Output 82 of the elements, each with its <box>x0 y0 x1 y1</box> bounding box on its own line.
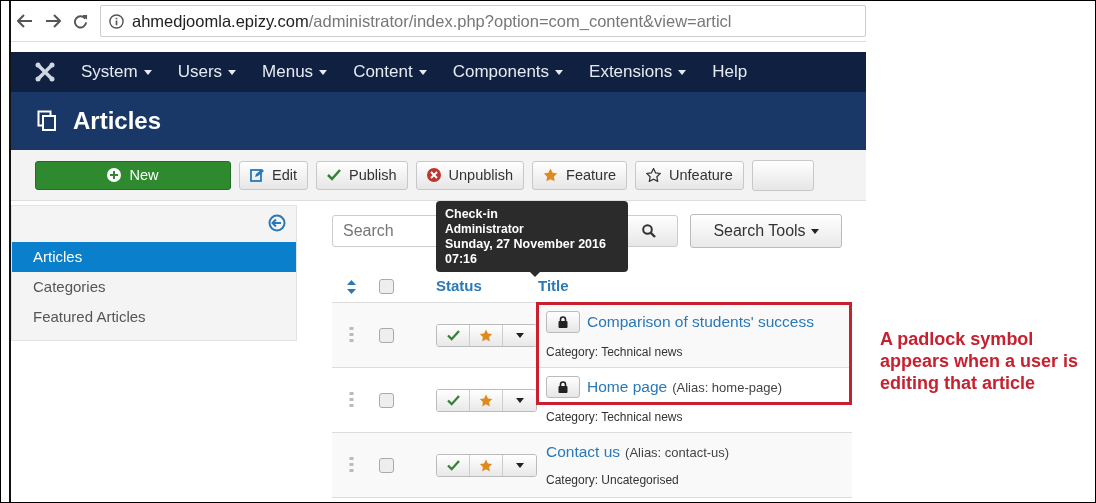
search-icon <box>642 224 656 238</box>
actions-dropdown[interactable] <box>503 324 536 346</box>
address-bar[interactable]: ahmedjoomla.epizy.com/administrator/index.php?option=com_content&view=articl <box>100 5 866 37</box>
row-checkbox[interactable] <box>378 327 394 343</box>
caret-icon <box>228 69 237 75</box>
sidebar-item[interactable]: Featured Articles <box>12 302 296 332</box>
annotation-text: A padlock symbol appears when a user is editing that article <box>880 328 1080 394</box>
column-header[interactable]: Title <box>538 277 569 294</box>
tooltip-text: 07:16 <box>445 252 478 267</box>
caret-icon <box>418 69 427 75</box>
caret-icon <box>810 228 819 234</box>
tooltip-text: Administrator <box>445 222 525 237</box>
edit-icon <box>250 168 264 182</box>
article-title-link[interactable]: Home page <box>587 378 668 396</box>
actions-dropdown[interactable] <box>503 389 536 411</box>
reload-icon[interactable] <box>73 13 88 29</box>
plus-icon <box>107 168 122 182</box>
publish-toggle[interactable] <box>437 389 470 411</box>
caret-icon <box>515 332 524 338</box>
check-icon <box>446 459 460 471</box>
publish-toggle[interactable] <box>437 324 470 346</box>
logo-icon[interactable] <box>35 62 55 82</box>
caret-icon <box>515 462 524 468</box>
check-icon <box>446 329 460 341</box>
menu-item[interactable]: Content <box>353 62 427 82</box>
checkin-button[interactable] <box>546 376 580 398</box>
check-icon <box>327 169 341 181</box>
menu-item[interactable]: Help <box>712 62 748 82</box>
caret-icon <box>678 69 687 75</box>
drag-handle-icon[interactable] <box>347 392 356 408</box>
cross-circle-icon <box>426 168 441 182</box>
drag-handle-icon[interactable] <box>347 327 356 343</box>
feature-toggle[interactable] <box>470 324 503 346</box>
padlock-icon <box>558 381 568 393</box>
page-title: Articles <box>73 107 162 135</box>
star-icon <box>479 393 493 407</box>
copy-icon <box>37 110 57 132</box>
search-tools-button[interactable]: Search Tools <box>690 214 842 248</box>
actions-dropdown[interactable] <box>503 454 536 476</box>
caret-icon <box>319 69 328 75</box>
back-arrow-icon[interactable] <box>17 14 33 28</box>
menu-item[interactable]: Menus <box>262 62 328 82</box>
info-icon <box>109 13 124 29</box>
row-checkbox[interactable] <box>378 392 394 408</box>
toolbar-button[interactable]: Publish <box>316 160 408 190</box>
feature-toggle[interactable] <box>470 454 503 476</box>
star-icon <box>479 458 493 472</box>
feature-toggle[interactable] <box>470 389 503 411</box>
toolbar-button[interactable]: Unpublish <box>415 160 525 190</box>
row-checkbox[interactable] <box>378 457 394 473</box>
sort-icon[interactable] <box>347 280 356 294</box>
article-alias: (Alias: home-page) <box>672 379 782 395</box>
toolbar-button[interactable]: New <box>35 160 231 190</box>
star-icon <box>479 328 493 342</box>
forward-arrow-icon[interactable] <box>45 14 61 28</box>
menu-item[interactable]: System <box>81 62 152 82</box>
article-category: Category: Uncategorised <box>546 473 680 487</box>
article-alias: (Alias: contact-us) <box>625 444 730 460</box>
article-category: Category: Technical news <box>546 410 684 424</box>
select-all-checkbox[interactable] <box>378 279 394 294</box>
article-title-link[interactable]: Comparison of students' success <box>587 313 814 331</box>
star-icon <box>543 168 559 182</box>
column-header[interactable]: Status <box>416 277 538 294</box>
drag-handle-icon[interactable] <box>347 457 356 473</box>
caret-icon <box>515 397 524 403</box>
padlock-icon <box>558 316 568 328</box>
sidebar-item[interactable]: Categories <box>12 272 296 302</box>
caret-icon <box>143 69 152 75</box>
toolbar-button[interactable]: Edit <box>239 160 308 190</box>
publish-toggle[interactable] <box>437 454 470 476</box>
menu-item[interactable]: Users <box>177 62 237 82</box>
article-category: Category: Technical news <box>546 345 684 359</box>
star-outline-icon <box>646 168 662 182</box>
checkin-button[interactable] <box>546 311 580 333</box>
sidebar-item[interactable]: Articles <box>12 242 296 272</box>
toolbar-button[interactable]: Feature <box>532 160 628 190</box>
article-title-link[interactable]: Contact us <box>546 443 621 461</box>
menu-item[interactable]: Extensions <box>589 62 687 82</box>
check-icon <box>446 394 460 406</box>
toolbar-button[interactable]: Unfeature <box>635 160 744 190</box>
menu-item[interactable]: Components <box>452 62 564 82</box>
caret-icon <box>555 69 564 75</box>
